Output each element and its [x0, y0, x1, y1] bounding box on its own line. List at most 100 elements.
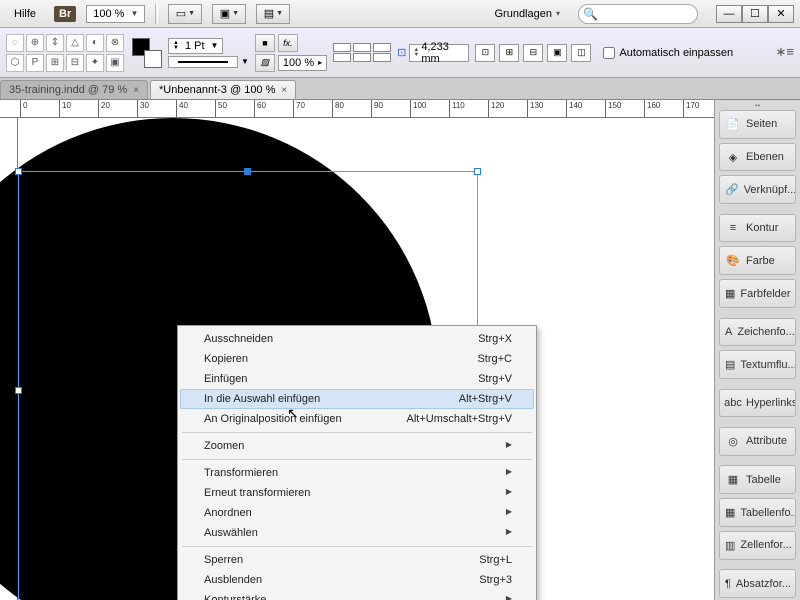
text-align-icons[interactable] — [373, 43, 391, 62]
panel-gap — [715, 419, 800, 425]
panel-button[interactable]: ▦Tabelle — [719, 465, 796, 494]
context-menu-item[interactable]: In die Auswahl einfügenAlt+Strg+V — [180, 389, 534, 409]
panel-button[interactable]: ▤Textumflu... — [719, 350, 796, 379]
minimize-button[interactable]: — — [716, 5, 742, 23]
text-align-icons[interactable] — [333, 43, 351, 62]
tab-close-icon[interactable]: × — [133, 85, 139, 96]
tool-icon[interactable]: ⊞ — [46, 54, 64, 72]
tool-icon[interactable]: ◌ — [6, 34, 24, 52]
resize-handle[interactable] — [15, 387, 22, 394]
tab-label: 35-training.indd @ 79 % — [9, 84, 127, 96]
panel-button[interactable]: ▦Tabellenfo... — [719, 498, 796, 527]
ruler-tick: 50 — [215, 100, 227, 118]
panel-icon: 🔗 — [725, 183, 739, 197]
tool-icon[interactable]: ⬡ — [6, 54, 24, 72]
document-tab[interactable]: 35-training.indd @ 79 % × — [0, 80, 148, 99]
panel-button[interactable]: ≡Kontur — [719, 214, 796, 243]
menu-separator — [182, 432, 532, 433]
panel-label: Farbe — [746, 255, 775, 267]
fit-button[interactable]: ⊞ — [499, 44, 519, 62]
panel-button[interactable]: ▥Zellenfor... — [719, 531, 796, 560]
tool-icon[interactable]: ✦ — [86, 54, 104, 72]
panel-icon: 📄 — [725, 117, 741, 131]
menu-help[interactable]: Hilfe — [6, 5, 44, 23]
opacity-icon[interactable]: ▨ — [255, 54, 275, 72]
ruler-tick: 170 — [683, 100, 699, 118]
document-tabs: 35-training.indd @ 79 %×*Unbenannt-3 @ 1… — [0, 78, 800, 100]
context-menu-item[interactable]: Erneut transformieren — [180, 483, 534, 503]
arrange-button[interactable]: ▤▼ — [256, 4, 290, 24]
fit-button[interactable]: ▣ — [547, 44, 567, 62]
resize-handle[interactable] — [474, 168, 481, 175]
ruler-tick: 100 — [410, 100, 426, 118]
panel-icon: ≡ — [725, 221, 741, 235]
menu-item-shortcut: Strg+X — [478, 333, 512, 345]
workspace-switcher[interactable]: Grundlagen ▾ — [486, 5, 568, 23]
tool-icon[interactable]: P — [26, 54, 44, 72]
tool-icon[interactable]: ⊕ — [26, 34, 44, 52]
context-menu-item[interactable]: Ausschneiden Strg+X — [180, 329, 534, 349]
fit-button[interactable]: ◫ — [571, 44, 591, 62]
bridge-button[interactable]: Br — [54, 6, 76, 22]
menu-item-label: Konturstärke — [204, 594, 266, 600]
close-button[interactable]: ✕ — [768, 5, 794, 23]
panel-gap — [715, 310, 800, 316]
panel-icon: abc — [725, 396, 741, 410]
context-menu-item[interactable]: EinfügenStrg+V — [180, 369, 534, 389]
auto-fit-input[interactable] — [603, 47, 615, 59]
dock-grip[interactable]: •• — [715, 102, 800, 108]
panel-button[interactable]: AZeichenfo... — [719, 318, 796, 347]
opacity-combo[interactable]: 100 % ▸ — [278, 55, 327, 71]
panel-icon: ▦ — [725, 473, 741, 487]
tool-icon[interactable]: ◐ — [86, 34, 104, 52]
context-menu-item[interactable]: Zoomen — [180, 436, 534, 456]
stroke-weight-combo[interactable]: ▲▼ 1 Pt ▼ — [168, 38, 223, 54]
text-align-icons[interactable] — [353, 43, 371, 62]
view-mode-button-1[interactable]: ▭▼ — [168, 4, 202, 24]
context-menu-item[interactable]: KopierenStrg+C — [180, 349, 534, 369]
tab-close-icon[interactable]: × — [281, 85, 287, 96]
context-menu-item[interactable]: Konturstärke — [180, 590, 534, 600]
tool-icon[interactable]: ⊗ — [106, 34, 124, 52]
panel-flyout-icon[interactable]: ∗≡ — [776, 44, 794, 60]
document-tab[interactable]: *Unbenannt-3 @ 100 %× — [150, 80, 296, 99]
tool-icon[interactable]: ▣ — [106, 54, 124, 72]
maximize-button[interactable]: ☐ — [742, 5, 768, 23]
document-zoom-combo[interactable]: 100 % ▼ — [86, 5, 145, 23]
canvas[interactable]: 0102030405060708090100110120130140150160… — [0, 100, 714, 600]
panel-button[interactable]: abcHyperlinks — [719, 389, 796, 418]
drop-shadow-button[interactable]: ■ — [255, 34, 275, 52]
stroke-style-combo[interactable] — [168, 56, 238, 68]
dimension-field[interactable]: ▲▼ 4,233 mm — [409, 44, 469, 62]
fit-button[interactable]: ⊟ — [523, 44, 543, 62]
panel-button[interactable]: ◎Attribute — [719, 427, 796, 456]
context-menu-item[interactable]: Auswählen — [180, 523, 534, 543]
menu-item-label: Ausschneiden — [204, 333, 273, 345]
panel-button[interactable]: ¶Absatzfor... — [719, 569, 796, 598]
panel-label: Seiten — [746, 118, 777, 130]
search-field[interactable]: 🔍 — [578, 4, 698, 24]
context-menu-item[interactable]: SperrenStrg+L — [180, 550, 534, 570]
fill-stroke-swatch[interactable] — [132, 38, 162, 68]
menu-item-label: Sperren — [204, 554, 243, 566]
tool-icon[interactable]: ⊟ — [66, 54, 84, 72]
resize-handle[interactable] — [244, 168, 251, 175]
opacity-value: 100 % — [283, 57, 314, 69]
resize-handle[interactable] — [15, 168, 22, 175]
panel-button[interactable]: ▦Farbfelder — [719, 279, 796, 308]
panel-label: Textumflu... — [740, 359, 796, 371]
context-menu-item[interactable]: An Originalposition einfügenAlt+Umschalt… — [180, 409, 534, 429]
tool-icon[interactable]: △ — [66, 34, 84, 52]
context-menu-item[interactable]: Anordnen — [180, 503, 534, 523]
context-menu-item[interactable]: AusblendenStrg+3 — [180, 570, 534, 590]
panel-button[interactable]: 🎨Farbe — [719, 246, 796, 275]
panel-button[interactable]: 🔗Verknüpf... — [719, 175, 796, 204]
fit-button[interactable]: ⊡ — [475, 44, 495, 62]
context-menu-item[interactable]: Transformieren — [180, 463, 534, 483]
view-mode-button-2[interactable]: ▣▼ — [212, 4, 246, 24]
tool-icon[interactable]: ⇕ — [46, 34, 64, 52]
fx-button[interactable]: fx. — [278, 34, 298, 52]
auto-fit-checkbox[interactable]: Automatisch einpassen — [603, 47, 733, 59]
panel-button[interactable]: 📄 Seiten — [719, 110, 796, 139]
panel-button[interactable]: ◈Ebenen — [719, 143, 796, 172]
